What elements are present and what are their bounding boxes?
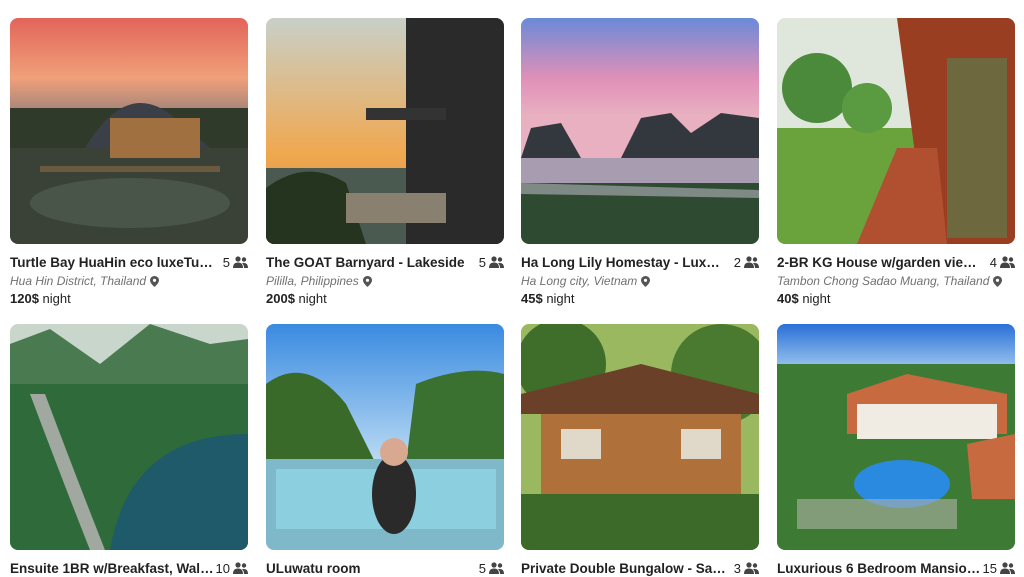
price-unit: night	[542, 291, 575, 306]
price-unit: night	[798, 291, 831, 306]
users-icon	[233, 256, 248, 268]
price-amount: 200$	[266, 291, 295, 306]
listing-location: Hua Hin District, Thailand	[10, 274, 147, 288]
map-pin-icon	[150, 275, 160, 287]
listing-photo[interactable]	[777, 18, 1015, 244]
listing-card[interactable]: 2-BR KG House w/garden view (near... 4 T…	[777, 18, 1015, 309]
listing-title[interactable]: Private Double Bungalow - Sapa Jun...	[521, 561, 727, 576]
guest-count-value: 5	[478, 560, 486, 576]
price-amount: 40$	[777, 291, 799, 306]
listing-photo[interactable]	[10, 18, 248, 244]
listing-card[interactable]: Ensuite 1BR w/Breakfast, Walk to Tr... 1…	[10, 324, 248, 577]
guest-count: 5	[223, 255, 248, 270]
listing-title[interactable]: ULuwatu room	[266, 561, 361, 576]
listing-price: 40$ night	[777, 291, 1015, 309]
guest-count: 5	[479, 255, 504, 270]
listing-card[interactable]: ULuwatu room 5	[266, 324, 504, 577]
listing-card[interactable]: Private Double Bungalow - Sapa Jun... 3	[521, 324, 759, 577]
guest-count: 10	[216, 561, 248, 576]
price-unit: night	[294, 291, 327, 306]
listing-card[interactable]: Luxurious 6 Bedroom Mansion Clos... 15	[777, 324, 1015, 577]
users-icon	[744, 562, 759, 574]
listing-price: 120$ night	[10, 291, 248, 309]
listing-photo[interactable]	[521, 324, 759, 550]
price-unit: night	[38, 291, 71, 306]
listing-card[interactable]: Ha Long Lily Homestay - Luxury Roo... 2 …	[521, 18, 759, 309]
listing-photo[interactable]	[10, 324, 248, 550]
users-icon	[744, 256, 759, 268]
listing-title[interactable]: Ha Long Lily Homestay - Luxury Roo...	[521, 255, 727, 270]
listing-title[interactable]: Turtle Bay HuaHin eco luxeTurt Villa ...	[10, 255, 216, 270]
listing-photo[interactable]	[521, 18, 759, 244]
listing-title[interactable]: Ensuite 1BR w/Breakfast, Walk to Tr...	[10, 561, 216, 576]
guest-count-value: 2	[733, 254, 741, 270]
listing-title[interactable]: 2-BR KG House w/garden view (near...	[777, 255, 983, 270]
map-pin-icon	[362, 275, 372, 287]
map-pin-icon	[641, 275, 651, 287]
users-icon	[489, 562, 504, 574]
listing-price: 45$ night	[521, 291, 759, 309]
listing-photo[interactable]	[266, 18, 504, 244]
listing-location: Pililla, Philippines	[266, 274, 359, 288]
guest-count: 15	[983, 561, 1015, 576]
listing-location: Tambon Chong Sadao Muang, Thailand	[777, 274, 990, 288]
map-pin-icon	[993, 275, 1003, 287]
guest-count: 3	[734, 561, 759, 576]
listing-photo[interactable]	[266, 324, 504, 550]
users-icon	[489, 256, 504, 268]
guest-count-value: 10	[215, 560, 230, 576]
users-icon	[1000, 562, 1015, 574]
price-amount: 45$	[521, 291, 543, 306]
guest-count: 5	[479, 561, 504, 576]
price-amount: 120$	[10, 291, 39, 306]
listing-title[interactable]: The GOAT Barnyard - Lakeside	[266, 255, 465, 270]
guest-count-value: 15	[982, 560, 997, 576]
guest-count-value: 4	[989, 254, 997, 270]
guest-count: 2	[734, 255, 759, 270]
listing-card[interactable]: The GOAT Barnyard - Lakeside 5 Pililla, …	[266, 18, 504, 309]
listing-price: 200$ night	[266, 291, 504, 309]
guest-count-value: 3	[733, 560, 741, 576]
users-icon	[1000, 256, 1015, 268]
listing-location: Ha Long city, Vietnam	[521, 274, 638, 288]
guest-count: 4	[990, 255, 1015, 270]
listing-card[interactable]: Turtle Bay HuaHin eco luxeTurt Villa ...…	[10, 18, 248, 309]
guest-count-value: 5	[478, 254, 486, 270]
users-icon	[233, 562, 248, 574]
listing-title[interactable]: Luxurious 6 Bedroom Mansion Clos...	[777, 561, 983, 576]
listing-photo[interactable]	[777, 324, 1015, 550]
guest-count-value: 5	[222, 254, 230, 270]
